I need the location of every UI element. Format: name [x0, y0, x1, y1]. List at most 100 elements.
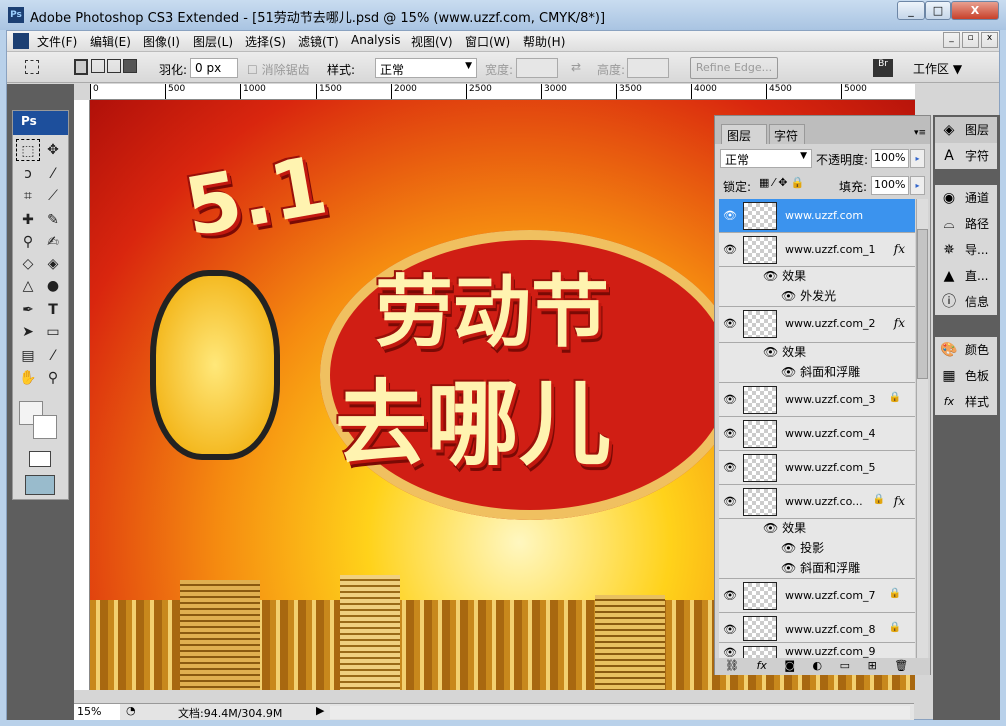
width-input[interactable] [516, 58, 558, 78]
lock-icons[interactable]: ▦ ⁄ ✥ 🔒 [759, 176, 805, 189]
history-brush-icon[interactable]: ✍ [41, 231, 65, 253]
zoom-tool-icon[interactable]: ⚲ [41, 367, 65, 389]
dock-info-button[interactable]: ⓘ 信息 [935, 289, 997, 315]
crop-tool-icon[interactable]: ⌗ [16, 185, 40, 207]
new-layer-icon[interactable]: ⊞ [868, 659, 877, 672]
layer-row[interactable]: 👁 www.uzzf.com [719, 199, 915, 233]
intersect-selection-icon[interactable] [123, 59, 137, 73]
delete-layer-icon[interactable]: 🗑 [894, 659, 908, 672]
fill-input[interactable]: 100% [871, 176, 909, 195]
layer-row[interactable]: 👁 www.uzzf.com_8 🔒 [719, 613, 915, 643]
menu-select[interactable]: 选择(S) [245, 33, 286, 50]
menu-image[interactable]: 图像(I) [143, 33, 180, 50]
marquee-tool-icon[interactable]: ⬚ [16, 139, 40, 161]
layer-row[interactable]: 👁 www.uzzf.com_2 fx [719, 307, 915, 343]
dock-channels-button[interactable]: ◉ 通道 [935, 185, 997, 211]
minimize-button[interactable]: _ [897, 1, 925, 20]
menu-filter[interactable]: 滤镜(T) [298, 33, 339, 50]
effect-item[interactable]: 👁 外发光 [719, 287, 915, 307]
fx-icon[interactable]: fx [894, 242, 905, 256]
antialias-checkbox[interactable]: ☐ 消除锯齿 [247, 61, 310, 78]
dock-paths-button[interactable]: ⌓ 路径 [935, 211, 997, 237]
menu-file[interactable]: 文件(F) [37, 33, 77, 50]
new-selection-icon[interactable] [74, 59, 88, 75]
dock-character-button[interactable]: A 字符 [935, 143, 997, 169]
swap-icon[interactable]: ⇄ [571, 60, 581, 74]
magic-wand-icon[interactable]: ⁄ [41, 163, 65, 185]
dock-histogram-button[interactable]: ▲ 直... [935, 263, 997, 289]
doc-minimize-button[interactable]: _ [943, 32, 960, 48]
add-selection-icon[interactable] [91, 59, 105, 73]
subtract-selection-icon[interactable] [107, 59, 121, 73]
dock-navigator-button[interactable]: ✵ 导... [935, 237, 997, 263]
blend-mode-select[interactable]: 正常 ▼ [720, 149, 812, 168]
effect-item[interactable]: 👁 斜面和浮雕 [719, 559, 915, 579]
menu-analysis[interactable]: Analysis [351, 33, 400, 47]
panel-menu-icon[interactable]: ▾≡ [914, 128, 926, 138]
dock-layers-button[interactable]: ◈ 图层 [935, 117, 997, 143]
dock-color-button[interactable]: 🎨 颜色 [935, 337, 997, 363]
shape-tool-icon[interactable]: ▭ [41, 321, 65, 343]
tab-layers[interactable]: 图层 × [721, 124, 767, 158]
visibility-eye-icon[interactable]: 👁 [723, 495, 737, 509]
horizontal-scrollbar[interactable] [330, 706, 910, 719]
fx-icon[interactable]: fx [894, 494, 905, 508]
healing-brush-icon[interactable]: ✚ [16, 209, 40, 231]
effects-row[interactable]: 👁 效果 [719, 343, 915, 363]
clone-stamp-icon[interactable]: ⚲ [16, 231, 40, 253]
brush-tool-icon[interactable]: ✎ [41, 209, 65, 231]
dock-styles-button[interactable]: fx 样式 [935, 389, 997, 415]
notes-tool-icon[interactable]: ▤ [16, 345, 40, 367]
move-tool-icon[interactable]: ✥ [41, 139, 65, 161]
marquee-tool-preset-icon[interactable] [25, 60, 39, 74]
menu-edit[interactable]: 编辑(E) [90, 33, 131, 50]
menu-window[interactable]: 窗口(W) [465, 33, 510, 50]
fx-icon[interactable]: fx [894, 316, 905, 330]
fill-slider-button[interactable]: ▸ [910, 176, 925, 195]
doc-close-button[interactable]: x [981, 32, 998, 48]
dodge-tool-icon[interactable]: ● [41, 275, 65, 297]
dock-swatches-button[interactable]: ▦ 色板 [935, 363, 997, 389]
visibility-eye-icon[interactable]: 👁 [723, 317, 737, 331]
effects-row[interactable]: 👁 效果 [719, 519, 915, 539]
menu-view[interactable]: 视图(V) [411, 33, 453, 50]
menu-help[interactable]: 帮助(H) [523, 33, 565, 50]
visibility-eye-icon[interactable]: 👁 [723, 393, 737, 407]
new-group-icon[interactable]: ▭ [840, 659, 850, 672]
pen-tool-icon[interactable]: ✒ [16, 299, 40, 321]
effect-item[interactable]: 👁 斜面和浮雕 [719, 363, 915, 383]
visibility-eye-icon[interactable]: 👁 [723, 427, 737, 441]
screen-mode-icon[interactable] [25, 475, 55, 495]
visibility-eye-icon[interactable]: 👁 [723, 243, 737, 257]
hand-tool-icon[interactable]: ✋ [16, 367, 40, 389]
background-color-swatch[interactable] [33, 415, 57, 439]
status-options-icon[interactable]: ◔ [126, 704, 136, 717]
layer-row[interactable]: 👁 www.uzzf.com_3 🔒 [719, 383, 915, 417]
refine-edge-button[interactable]: Refine Edge... [690, 57, 778, 79]
add-mask-icon[interactable]: ◙ [784, 659, 795, 672]
visibility-eye-icon[interactable]: 👁 [723, 461, 737, 475]
zoom-level-field[interactable]: 15% [74, 704, 120, 720]
lasso-tool-icon[interactable]: ↄ [16, 163, 40, 185]
visibility-eye-icon[interactable]: 👁 [723, 589, 737, 603]
blur-tool-icon[interactable]: △ [16, 275, 40, 297]
slice-tool-icon[interactable]: ⟋ [41, 185, 65, 207]
layer-row[interactable]: 👁 www.uzzf.com_1 fx [719, 233, 915, 267]
height-input[interactable] [627, 58, 669, 78]
tab-character[interactable]: 字符 [769, 124, 805, 144]
link-layers-icon[interactable]: ⛓ [725, 659, 739, 672]
visibility-eye-icon[interactable]: 👁 [723, 623, 737, 637]
effect-item[interactable]: 👁 投影 [719, 539, 915, 559]
style-select[interactable]: 正常 ▼ [375, 58, 477, 78]
adjustment-layer-icon[interactable]: ◐ [813, 659, 823, 672]
close-button[interactable]: X [951, 1, 999, 20]
type-tool-icon[interactable]: T [41, 299, 65, 321]
opacity-input[interactable]: 100% [871, 149, 909, 168]
workspace-button[interactable]: 工作区 ▼ [913, 60, 962, 77]
visibility-eye-icon[interactable]: 👁 [723, 209, 737, 223]
paint-bucket-icon[interactable]: ◈ [41, 253, 65, 275]
layer-row[interactable]: 👁 www.uzzf.com_4 [719, 417, 915, 451]
opacity-slider-button[interactable]: ▸ [910, 149, 925, 168]
eraser-icon[interactable]: ◇ [16, 253, 40, 275]
quick-mask-icon[interactable] [29, 451, 51, 467]
